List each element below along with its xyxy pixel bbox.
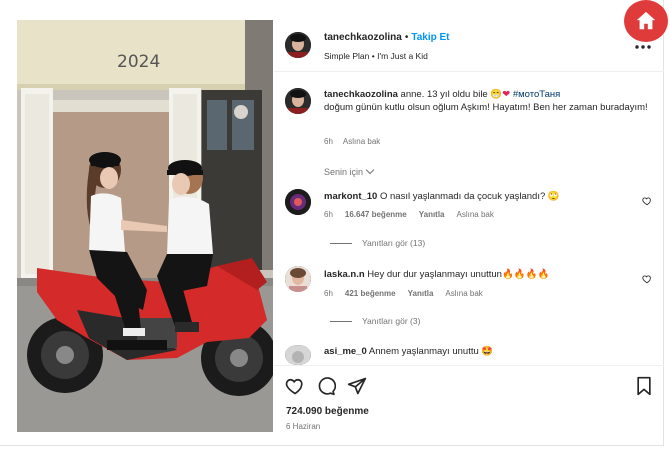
comment-emoji: 🤩 bbox=[481, 346, 494, 357]
comment-like-heart-icon[interactable] bbox=[642, 274, 652, 284]
photo-illustration: 2024 bbox=[17, 20, 273, 432]
comment-translate-link[interactable]: Aslına bak bbox=[445, 289, 482, 298]
comment-username[interactable]: markont_10 bbox=[324, 191, 377, 202]
music-line[interactable]: Simple Plan • I'm Just a Kid bbox=[324, 51, 428, 61]
view-replies-label: Yanıtları gör (3) bbox=[362, 316, 421, 326]
music-artist: Simple Plan bbox=[324, 51, 370, 61]
comment-translate-link[interactable]: Aslına bak bbox=[457, 210, 494, 219]
caption-text: anne. 13 yıl oldu bile bbox=[397, 89, 488, 100]
author-line: tanechkaozolina • Takip Et bbox=[324, 32, 449, 43]
music-song: I'm Just a Kid bbox=[377, 51, 428, 61]
view-replies-button[interactable]: Yanıtları gör (3) bbox=[330, 316, 420, 326]
comment-meta: 6h 16.647 beğenme Yanıtla Aslına bak bbox=[324, 210, 506, 219]
comment-likes[interactable]: 16.647 beğenme bbox=[345, 210, 407, 219]
author-username[interactable]: tanechkaozolina bbox=[324, 32, 402, 43]
view-replies-button[interactable]: Yanıtları gör (13) bbox=[330, 238, 425, 248]
caption-username[interactable]: tanechkaozolina bbox=[324, 89, 398, 100]
building-sign: 2024 bbox=[117, 52, 160, 72]
comment-meta: 6h 421 beğenme Yanıtla Aslına bak bbox=[324, 289, 495, 298]
comment-username[interactable]: asi_me_0 bbox=[324, 346, 367, 357]
caption-translate-link[interactable]: Aslına bak bbox=[343, 137, 380, 146]
comment-emoji: 🔥🔥🔥🔥 bbox=[501, 269, 550, 280]
comment-reply-button[interactable]: Yanıtla bbox=[408, 289, 434, 298]
bookmark-icon[interactable] bbox=[634, 376, 654, 396]
instagram-post-window: 2024 tanechkaozolina • Takip Et Simple P… bbox=[0, 0, 670, 463]
view-replies-label: Yanıtları gör (13) bbox=[362, 238, 426, 248]
home-button[interactable] bbox=[624, 0, 668, 42]
follow-button[interactable]: Takip Et bbox=[411, 32, 449, 43]
post-header: tanechkaozolina • Takip Et Simple Plan • I… bbox=[274, 20, 664, 72]
post-actions-bar: 724.090 beğenme 6 Haziran bbox=[274, 365, 664, 432]
comment-text: O nasıl yaşlanmadı da çocuk yaşlandı? bbox=[377, 191, 548, 202]
post-photo[interactable]: 2024 bbox=[17, 20, 273, 432]
chevron-down-icon bbox=[365, 165, 375, 175]
post-detail-panel: tanechkaozolina • Takip Et Simple Plan • I… bbox=[274, 20, 664, 432]
separator-dot: • bbox=[404, 32, 409, 43]
comment-like-heart-icon[interactable] bbox=[642, 196, 652, 206]
caption-time: 6h bbox=[324, 137, 333, 146]
comment-text: Annem yaşlanmayı unuttu bbox=[366, 346, 482, 357]
comment-text: Hey dur dur yaşlanmayı unuttun bbox=[364, 269, 502, 280]
post-date: 6 Haziran bbox=[286, 422, 321, 431]
post-caption: tanechkaozolina anne. 13 yıl oldu bile 😁… bbox=[324, 88, 654, 114]
comment-time: 6h bbox=[324, 289, 333, 298]
home-icon bbox=[636, 11, 656, 30]
send-icon[interactable] bbox=[347, 376, 367, 396]
red-heart-emoji-icon: ❤ bbox=[502, 89, 511, 100]
replies-line bbox=[330, 321, 352, 323]
comment-username[interactable]: laska.n.n bbox=[324, 269, 365, 280]
comment-sort-dropdown[interactable]: Senin için bbox=[324, 165, 375, 177]
caption-text-2: doğum günün kutlu olsun oğlum Aşkım! Hay… bbox=[324, 102, 648, 113]
comment-text-row: laska.n.n Hey dur dur yaşlanmayı unuttun… bbox=[324, 269, 549, 280]
grinning-emoji-icon: 😁 bbox=[490, 89, 503, 100]
comment-text-row: asi_me_0 Annem yaşlanmayı unuttu 🤩 bbox=[324, 346, 493, 357]
comment-text-row: markont_10 O nasıl yaşlanmadı da çocuk y… bbox=[324, 191, 560, 202]
comment-icon[interactable] bbox=[316, 376, 336, 396]
music-separator: • bbox=[371, 51, 375, 61]
replies-line bbox=[330, 243, 352, 245]
total-likes[interactable]: 724.090 beğenme bbox=[286, 406, 369, 417]
caption-meta: 6h Aslına bak bbox=[324, 137, 380, 146]
caption-avatar[interactable] bbox=[285, 88, 311, 114]
comment-avatar-laska[interactable] bbox=[285, 266, 311, 292]
more-options-icon[interactable] bbox=[634, 44, 652, 50]
comment-emoji: 🙄 bbox=[547, 191, 560, 202]
comment-reply-button[interactable]: Yanıtla bbox=[419, 210, 445, 219]
comment-time: 6h bbox=[324, 210, 333, 219]
comment-avatar-markont[interactable] bbox=[285, 189, 311, 215]
comment-sort-label: Senin için bbox=[324, 167, 364, 177]
comment-likes[interactable]: 421 beğenme bbox=[345, 289, 396, 298]
author-avatar[interactable] bbox=[285, 32, 311, 58]
heart-icon[interactable] bbox=[285, 376, 305, 396]
comment-avatar-asi[interactable] bbox=[285, 345, 311, 365]
caption-hashtag[interactable]: #мотоТаня bbox=[513, 89, 560, 100]
